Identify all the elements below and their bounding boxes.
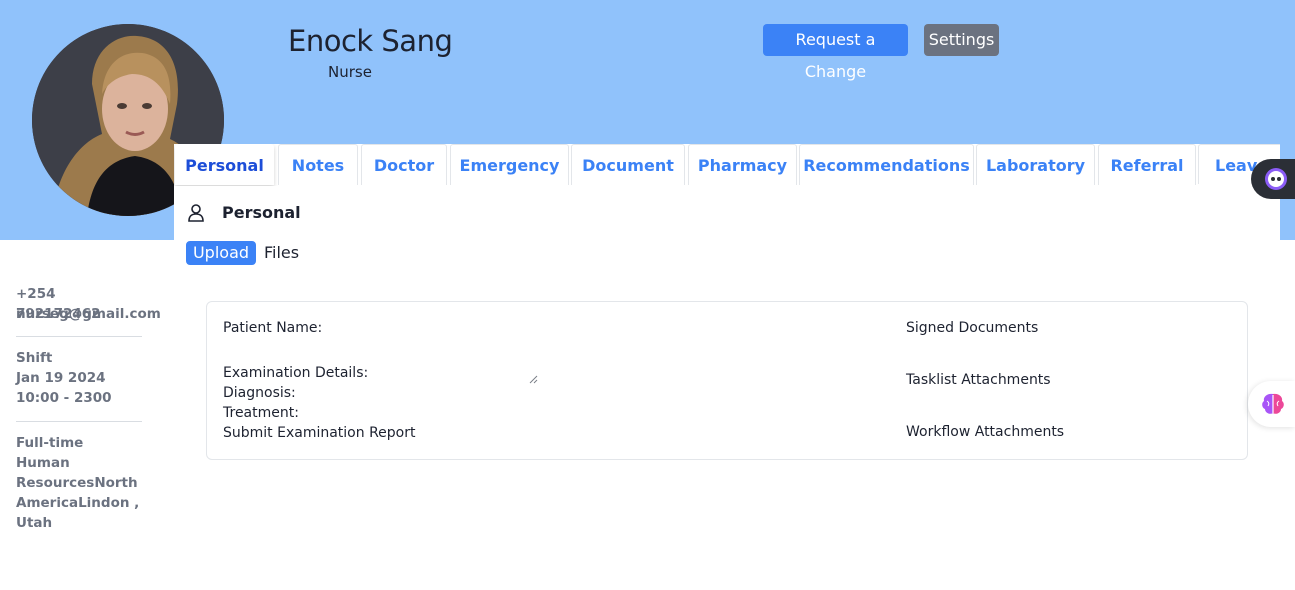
tab-personal[interactable]: Personal [175,144,274,185]
tab-notes[interactable]: Notes [278,144,358,185]
location-line: AmericaLindon , [16,495,140,511]
tab-referral[interactable]: Referral [1098,144,1196,185]
files-label: Files [264,243,300,262]
tab-pharmacy[interactable]: Pharmacy [688,144,797,185]
tab-recommendations[interactable]: Recommendations [799,144,974,185]
tab-laboratory[interactable]: Laboratory [976,144,1095,185]
tasklist-attachments-label[interactable]: Tasklist Attachments [906,372,1051,388]
tab-document[interactable]: Document [571,144,685,185]
contact-email[interactable]: nurseg@gmail.com [16,304,161,324]
profile-name: Enock Sang [288,24,453,58]
shift-label: Shift [16,350,53,366]
profile-role: Nurse [328,63,372,81]
location-line: Utah [16,515,53,531]
treatment-label: Treatment: [223,405,299,421]
upload-button[interactable]: Upload [186,241,256,265]
tab-emergency[interactable]: Emergency [450,144,569,185]
diagnosis-label: Diagnosis: [223,385,296,401]
submit-report-link[interactable]: Submit Examination Report [223,425,415,441]
assistant-widget-button[interactable] [1251,159,1295,199]
workflow-attachments-label[interactable]: Workflow Attachments [906,424,1064,440]
divider [16,336,142,337]
textarea-resize-handle[interactable] [528,369,538,388]
employment-type: Full-time [16,435,84,451]
department-line: ResourcesNorth [16,475,138,491]
divider [16,421,142,422]
tab-doctor[interactable]: Doctor [361,144,447,185]
section-title: Personal [222,203,301,222]
brain-icon[interactable] [1248,381,1295,427]
patient-name-label: Patient Name: [223,320,323,336]
shift-date: Jan 19 2024 [16,370,106,386]
request-change-button[interactable]: Request a Change [763,24,908,81]
signed-documents-label[interactable]: Signed Documents [906,320,1038,336]
shift-hours: 10:00 - 2300 [16,390,112,406]
user-icon [187,203,205,227]
examination-details-label: Examination Details: [223,365,369,381]
tab-bar: Personal Notes Doctor Emergency Document… [174,144,1280,186]
department-line: Human [16,455,70,471]
settings-button[interactable]: Settings [924,24,999,56]
